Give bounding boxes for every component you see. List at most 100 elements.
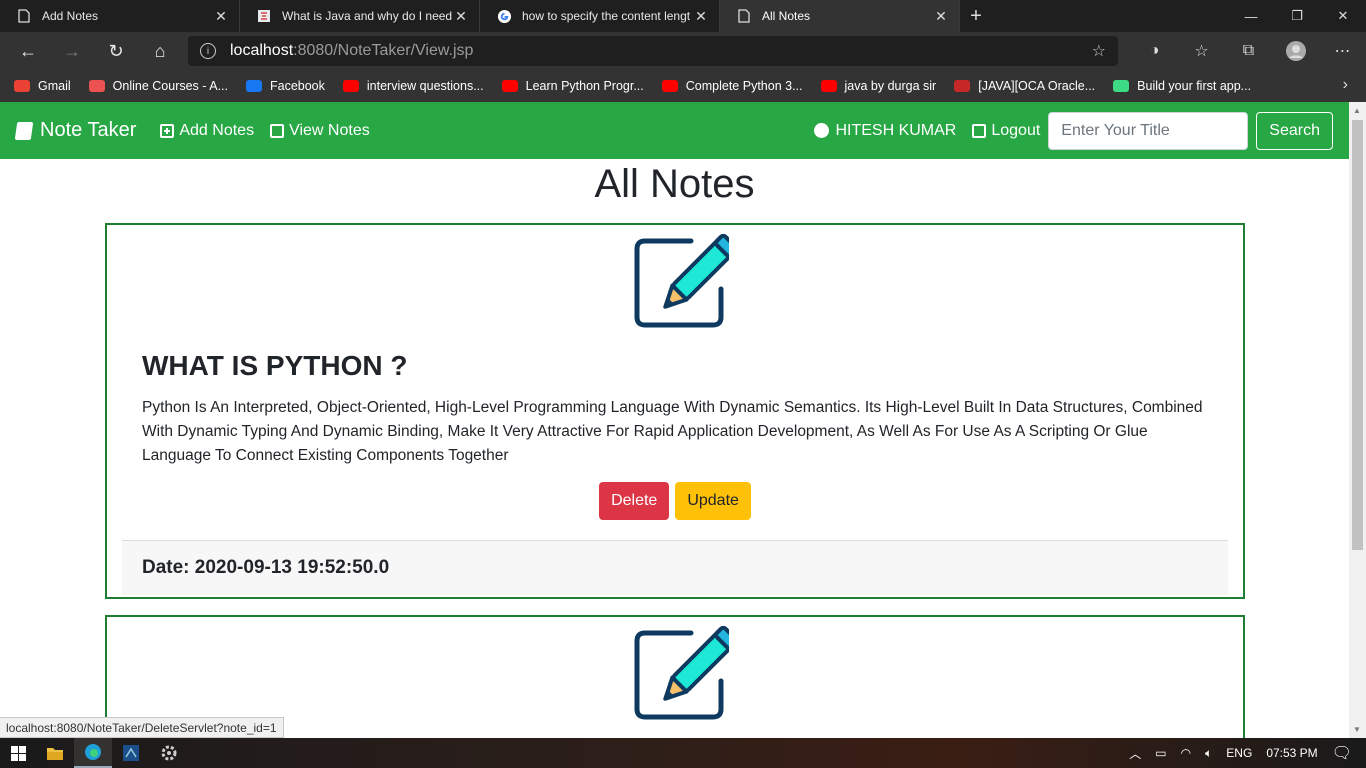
bookmark-item[interactable]: [JAVA][OCA Oracle... <box>954 79 1095 93</box>
close-icon[interactable]: ✕ <box>213 8 229 25</box>
note-edit-icon <box>634 625 729 720</box>
bookmark-item[interactable]: Online Courses - A... <box>88 79 228 93</box>
page-icon <box>736 8 752 24</box>
logout-label: Logout <box>991 121 1041 139</box>
search-input[interactable] <box>1048 111 1249 150</box>
settings-gear-icon[interactable] <box>150 738 188 768</box>
netbeans-icon[interactable] <box>112 738 150 768</box>
battery-icon[interactable]: ▭ <box>1155 746 1166 760</box>
home-icon[interactable]: ⌂ <box>138 32 182 70</box>
new-tab-button[interactable]: + <box>960 0 992 32</box>
url-host: localhost <box>230 42 294 59</box>
browser-actions: ◑ ☆ ⧉ ⋯ <box>1131 32 1366 70</box>
minimize-icon[interactable]: ― <box>1228 0 1274 32</box>
restore-icon[interactable]: ❐ <box>1274 0 1320 32</box>
check-square-icon <box>270 123 285 138</box>
scroll-up-icon[interactable]: ▲ <box>1353 106 1361 115</box>
more-menu-icon[interactable]: ⋯ <box>1319 32 1366 70</box>
bookmark-item[interactable]: interview questions... <box>342 79 484 93</box>
bookmark-item[interactable]: Build your first app... <box>1113 79 1251 93</box>
clock[interactable]: 07:53 PM <box>1266 746 1317 760</box>
scrollbar-thumb[interactable] <box>1352 120 1363 550</box>
scroll-down-icon[interactable]: ▼ <box>1353 725 1361 734</box>
page-scrollbar[interactable]: ▲ ▼ <box>1349 102 1366 738</box>
forward-icon[interactable]: → <box>50 32 94 70</box>
note-date: Date: 2020-09-13 19:52:50.0 <box>122 540 1228 595</box>
bookmark-label: Learn Python Progr... <box>525 79 644 93</box>
profile-avatar-icon[interactable] <box>1272 32 1319 70</box>
book-icon <box>14 121 34 140</box>
bookmark-label: Online Courses - A... <box>112 79 228 93</box>
nav-view-notes-label: View Notes <box>289 121 370 139</box>
nav-add-notes-label: Add Notes <box>179 121 255 139</box>
page-title: All Notes <box>594 162 755 206</box>
refresh-icon[interactable]: ↻ <box>94 32 138 70</box>
user-link[interactable]: HITESH KUMAR <box>814 122 956 140</box>
user-name: HITESH KUMAR <box>835 121 957 139</box>
note-edit-icon <box>634 233 729 328</box>
url-text: localhost:8080/NoteTaker/View.jsp <box>230 42 473 60</box>
info-icon[interactable]: i <box>200 43 216 59</box>
status-url: localhost:8080/NoteTaker/DeleteServlet?n… <box>0 717 284 738</box>
system-tray: ︿ ▭ ◠ 🔈︎ ENG 07:53 PM 🗨︎ <box>1129 738 1366 768</box>
bookmark-item[interactable]: Gmail <box>14 79 71 93</box>
tab-title: What is Java and why do I need t <box>282 9 453 23</box>
note-card: WHAT IS PYTHON ? Python Is An Interprete… <box>105 223 1245 599</box>
page-viewport: Note Taker Add Notes View Notes HITESH K… <box>0 102 1349 738</box>
browser-window: Add Notes ✕ What is Java and why do I ne… <box>0 0 1366 768</box>
favorite-star-icon[interactable]: ☆ <box>1092 41 1106 61</box>
youtube-icon <box>820 80 837 92</box>
nav-view-notes[interactable]: View Notes <box>270 122 370 140</box>
language-indicator[interactable]: ENG <box>1226 746 1252 760</box>
tab-title: All Notes <box>762 9 811 23</box>
bookmark-item[interactable]: Complete Python 3... <box>661 79 803 93</box>
pdf-icon <box>954 80 971 92</box>
tab-add-notes[interactable]: Add Notes ✕ <box>0 0 240 32</box>
tab-google-search[interactable]: how to specify the content lengt ✕ <box>480 0 720 32</box>
page-icon <box>16 8 32 24</box>
search-button[interactable]: Search <box>1256 111 1333 150</box>
bookmark-label: interview questions... <box>366 79 484 93</box>
file-explorer-icon[interactable] <box>36 738 74 768</box>
wifi-icon[interactable]: ◠ <box>1181 746 1191 760</box>
gmail-icon <box>14 80 30 92</box>
address-bar[interactable]: i localhost:8080/NoteTaker/View.jsp ☆ <box>188 36 1118 66</box>
collections-icon[interactable]: ⧉ <box>1225 32 1272 70</box>
google-icon <box>496 8 512 24</box>
close-icon[interactable]: ✕ <box>453 8 469 25</box>
favorites-icon[interactable]: ☆ <box>1178 32 1225 70</box>
nav-add-notes[interactable]: Add Notes <box>160 122 254 140</box>
back-icon[interactable]: ← <box>6 32 50 70</box>
chevron-right-icon[interactable]: › <box>1343 76 1348 94</box>
delete-button[interactable]: Delete <box>599 482 670 520</box>
bookmark-item[interactable]: Facebook <box>245 79 325 93</box>
tab-java[interactable]: What is Java and why do I need t ✕ <box>240 0 480 32</box>
bookmark-label: Gmail <box>38 79 71 93</box>
bookmark-label: Facebook <box>269 79 325 93</box>
update-button[interactable]: Update <box>675 482 751 520</box>
note-content: Python Is An Interpreted, Object-Oriente… <box>142 399 1203 464</box>
user-circle-icon <box>814 123 830 138</box>
tab-all-notes[interactable]: All Notes ✕ <box>720 0 960 32</box>
brand-link[interactable]: Note Taker <box>14 119 137 142</box>
close-icon[interactable]: ✕ <box>693 8 709 25</box>
brand-label: Note Taker <box>40 119 137 141</box>
extension-icon[interactable]: ◑ <box>1131 32 1178 70</box>
bookmark-label: java by durga sir <box>844 79 937 93</box>
volume-icon[interactable]: 🔈︎ <box>1205 746 1212 761</box>
logout-link[interactable]: Logout <box>972 122 1040 140</box>
note-actions: Delete Update <box>107 482 1243 520</box>
facebook-icon <box>245 80 262 92</box>
bookmark-item[interactable]: java by durga sir <box>820 79 937 93</box>
chevron-up-icon[interactable]: ︿ <box>1129 745 1141 762</box>
external-link-icon <box>972 123 987 138</box>
windows-start-icon[interactable] <box>0 738 36 768</box>
url-path: :8080/NoteTaker/View.jsp <box>293 42 474 59</box>
close-window-icon[interactable]: ✕ <box>1320 0 1366 32</box>
tab-title: Add Notes <box>42 9 99 23</box>
bookmark-item[interactable]: Learn Python Progr... <box>501 79 644 93</box>
udemy-icon <box>88 80 105 92</box>
notification-icon[interactable]: 🗨︎ <box>1332 743 1352 763</box>
close-icon[interactable]: ✕ <box>933 8 949 25</box>
edge-browser-icon[interactable] <box>74 738 112 768</box>
